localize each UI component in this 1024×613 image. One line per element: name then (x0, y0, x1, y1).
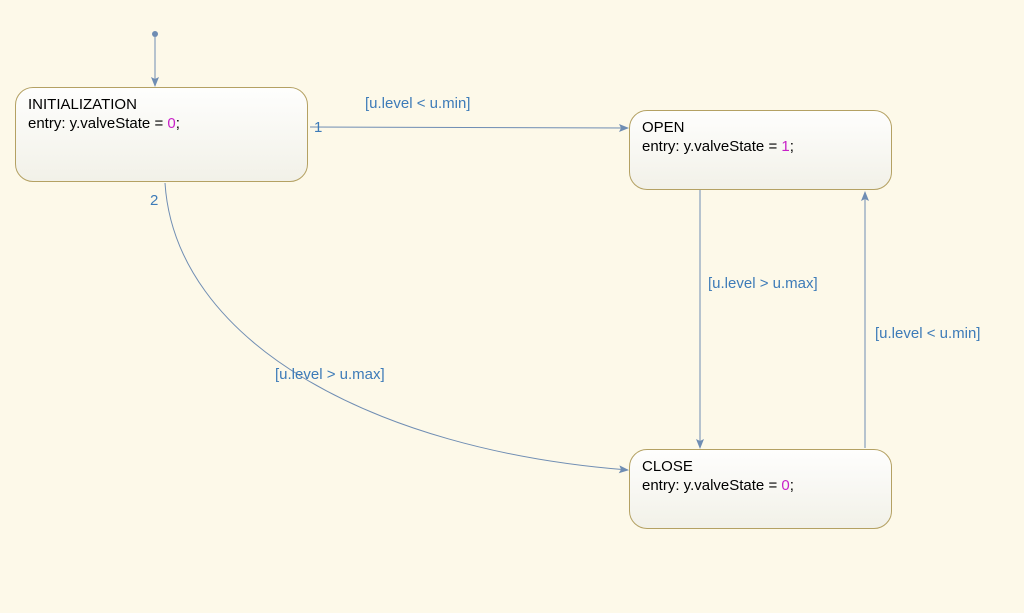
transition-init-open (310, 127, 628, 128)
state-initialization: INITIALIZATION entry: y.valveState = 0; (15, 87, 308, 182)
state-name: CLOSE (642, 458, 879, 475)
guard-init-open: [u.level < u.min] (365, 95, 470, 112)
state-diagram-canvas: INITIALIZATION entry: y.valveState = 0; … (0, 0, 1024, 613)
state-close: CLOSE entry: y.valveState = 0; (629, 449, 892, 529)
state-entry: entry: y.valveState = 0; (642, 477, 879, 494)
guard-open-close: [u.level > u.max] (708, 275, 818, 292)
guard-init-close: [u.level > u.max] (275, 366, 385, 383)
guard-close-open: [u.level < u.min] (875, 325, 980, 342)
state-name: INITIALIZATION (28, 96, 295, 113)
state-entry: entry: y.valveState = 0; (28, 115, 295, 132)
transition-init-close (165, 183, 628, 470)
priority-init-open: 1 (314, 119, 322, 136)
priority-init-close: 2 (150, 192, 158, 209)
state-open: OPEN entry: y.valveState = 1; (629, 110, 892, 190)
state-entry: entry: y.valveState = 1; (642, 138, 879, 155)
state-name: OPEN (642, 119, 879, 136)
